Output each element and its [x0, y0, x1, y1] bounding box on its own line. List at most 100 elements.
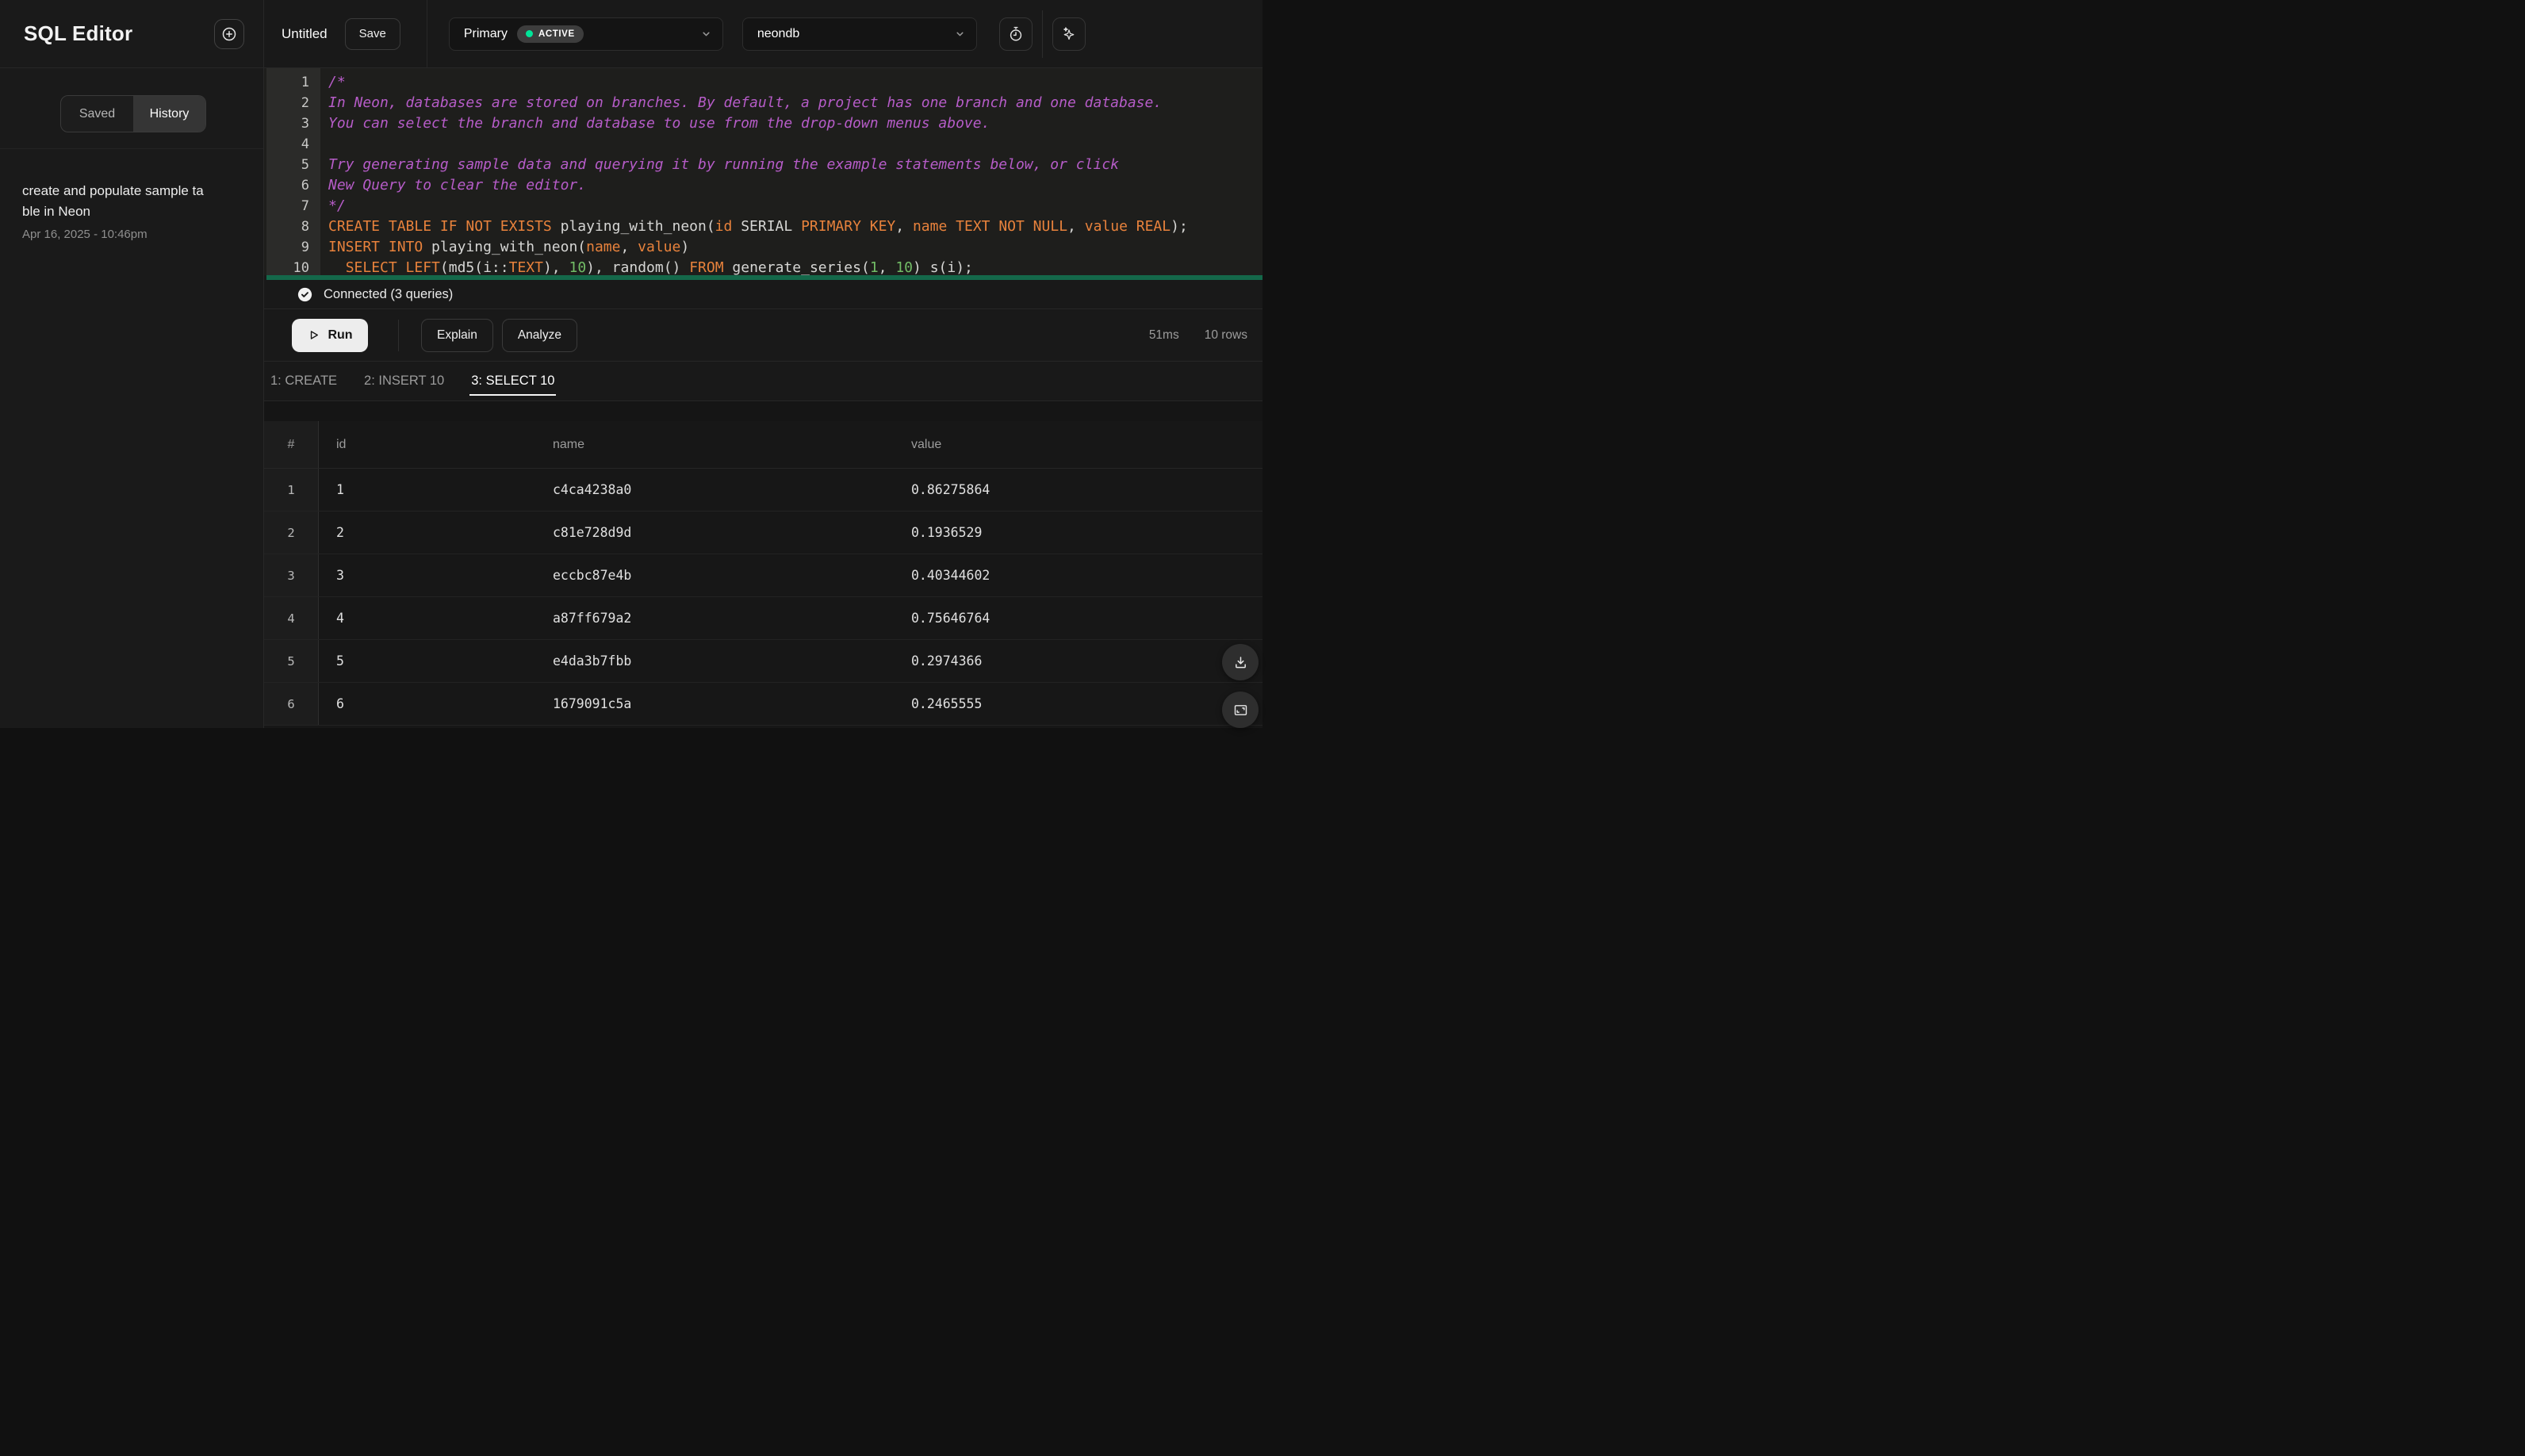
- cell-id: 5: [336, 653, 344, 669]
- code-line: Try generating sample data and querying …: [328, 156, 1119, 173]
- cell-value: 0.1936529: [911, 525, 983, 540]
- analyze-button[interactable]: Analyze: [501, 318, 577, 352]
- query-history-button[interactable]: [998, 17, 1033, 51]
- cell-row-number: 2: [264, 512, 319, 554]
- branch-status-label: ACTIVE: [538, 29, 575, 39]
- cell-value: 0.2465555: [911, 696, 983, 711]
- explain-button[interactable]: Explain: [421, 318, 493, 352]
- table-row: 5 5 e4da3b7fbb 0.2974366: [264, 640, 1262, 683]
- ai-assist-button[interactable]: [1052, 17, 1086, 51]
- cell-name: e4da3b7fbb: [553, 653, 632, 669]
- database-name: neondb: [757, 26, 800, 40]
- line-number: 2: [301, 95, 309, 111]
- column-header-id: id: [336, 437, 347, 451]
- table-spacer: [264, 401, 1262, 421]
- cell-id: 1: [336, 482, 344, 497]
- branch-select[interactable]: Primary ACTIVE: [448, 17, 723, 51]
- page-title: SQL Editor: [24, 21, 133, 45]
- table-body: 1 1 c4ca4238a0 0.86275864 2 2 c81e728d9d 0.1936…: [264, 469, 1262, 726]
- cell-row-number: 6: [264, 683, 319, 725]
- result-tab-2[interactable]: 2: INSERT 10: [362, 362, 446, 400]
- cell-name: 1679091c5a: [553, 696, 632, 711]
- code-editor[interactable]: 1 2 3 4 5 6 7 8 9 10 /* In Neon, databases are sto…: [264, 68, 1262, 275]
- active-dot: [525, 30, 533, 37]
- cell-value: 0.86275864: [911, 482, 990, 497]
- play-icon: [307, 328, 320, 342]
- sidebar-tabs: Saved History: [60, 95, 206, 132]
- check-circle-icon: [296, 285, 314, 304]
- cell-id: 4: [336, 611, 344, 626]
- editor-name: Untitled: [282, 25, 328, 41]
- actions-divider: [398, 319, 399, 351]
- history-item-date: Apr 16, 2025 - 10:46pm: [22, 228, 148, 241]
- result-tab-1[interactable]: 1: CREATE: [269, 362, 339, 400]
- table-row: 6 6 1679091c5a 0.2465555: [264, 683, 1262, 726]
- sidebar: SQL Editor Saved History create and popul…: [0, 0, 264, 728]
- cell-id: 2: [336, 525, 344, 540]
- database-select[interactable]: neondb: [741, 17, 977, 51]
- topbar-divider: [1041, 10, 1043, 58]
- line-number: 10: [293, 260, 309, 275]
- cell-row-number: 3: [264, 554, 319, 596]
- history-item[interactable]: create and populate sample table in Neon…: [22, 181, 241, 241]
- line-number: 9: [301, 239, 309, 255]
- line-number: 3: [301, 116, 309, 132]
- query-row-count: 10 rows: [1204, 328, 1247, 342]
- query-metrics: 51ms 10 rows: [1149, 328, 1262, 343]
- stopwatch-icon: [1007, 25, 1025, 43]
- column-header-value: value: [911, 437, 942, 451]
- expand-icon: [1232, 702, 1249, 718]
- topbar: Untitled Save Primary ACTIVE neondb: [264, 0, 1262, 68]
- app: SQL Editor Saved History create and popul…: [0, 0, 1262, 728]
- expand-results-button[interactable]: [1222, 692, 1259, 728]
- code-line: New Query to clear the editor.: [328, 177, 587, 193]
- sidebar-tabs-wrap: Saved History: [0, 68, 263, 149]
- chevron-down-icon: [700, 28, 712, 40]
- branch-name: Primary: [463, 26, 508, 40]
- cell-id: 3: [336, 568, 344, 583]
- sidebar-tab-history[interactable]: History: [133, 96, 205, 132]
- code-line: In Neon, databases are stored on branche…: [328, 94, 1163, 111]
- sparkles-icon: [1060, 25, 1078, 43]
- download-icon: [1232, 654, 1249, 671]
- save-button[interactable]: Save: [344, 17, 400, 50]
- result-tabs: 1: CREATE 2: INSERT 10 3: SELECT 10: [264, 362, 1262, 401]
- column-header-name: name: [553, 437, 585, 451]
- line-number: 4: [301, 136, 309, 152]
- main-panel: Untitled Save Primary ACTIVE neondb 1 2 …: [264, 0, 1262, 728]
- result-tab-3[interactable]: 3: SELECT 10: [469, 362, 557, 400]
- code-line: You can select the branch and database t…: [328, 115, 990, 132]
- column-header-num: #: [264, 421, 319, 468]
- cell-value: 0.40344602: [911, 568, 990, 583]
- code-line: INSERT INTO playing_with_neon(name, valu…: [328, 239, 690, 255]
- cell-name: c4ca4238a0: [553, 482, 632, 497]
- code-line: CREATE TABLE IF NOT EXISTS playing_with_…: [328, 218, 1188, 235]
- code-line: /*: [328, 74, 346, 90]
- line-number: 1: [301, 75, 309, 90]
- run-button-label: Run: [328, 328, 353, 342]
- branch-status-badge: ACTIVE: [516, 25, 584, 43]
- line-number: 5: [301, 157, 309, 173]
- connection-status-bar: Connected (3 queries): [264, 280, 1262, 309]
- table-header-row: # id name value: [264, 421, 1262, 469]
- history-item-title: create and populate sample table in Neon: [22, 183, 204, 219]
- sidebar-header: SQL Editor: [0, 0, 263, 68]
- code-content[interactable]: /* In Neon, databases are stored on branc…: [320, 68, 1262, 275]
- new-query-button[interactable]: [214, 18, 244, 49]
- results-table: # id name value 1 1 c4ca4238a0 0.86275864 2 2 c81…: [264, 401, 1262, 728]
- actions-row: Run Explain Analyze 51ms 10 rows: [264, 309, 1262, 362]
- cell-row-number: 1: [264, 469, 319, 511]
- code-line: SELECT LEFT(md5(i::TEXT), 10), random() …: [345, 259, 973, 275]
- sidebar-tab-saved[interactable]: Saved: [61, 96, 133, 132]
- table-row: 1 1 c4ca4238a0 0.86275864: [264, 469, 1262, 512]
- download-results-button[interactable]: [1222, 644, 1259, 680]
- table-row: 2 2 c81e728d9d 0.1936529: [264, 512, 1262, 554]
- cell-value: 0.75646764: [911, 611, 990, 626]
- cell-name: a87ff679a2: [553, 611, 632, 626]
- cell-id: 6: [336, 696, 344, 711]
- connection-status-text: Connected (3 queries): [324, 286, 454, 301]
- table-row: 3 3 eccbc87e4b 0.40344602: [264, 554, 1262, 597]
- run-button[interactable]: Run: [292, 318, 368, 352]
- table-row: 4 4 a87ff679a2 0.75646764: [264, 597, 1262, 640]
